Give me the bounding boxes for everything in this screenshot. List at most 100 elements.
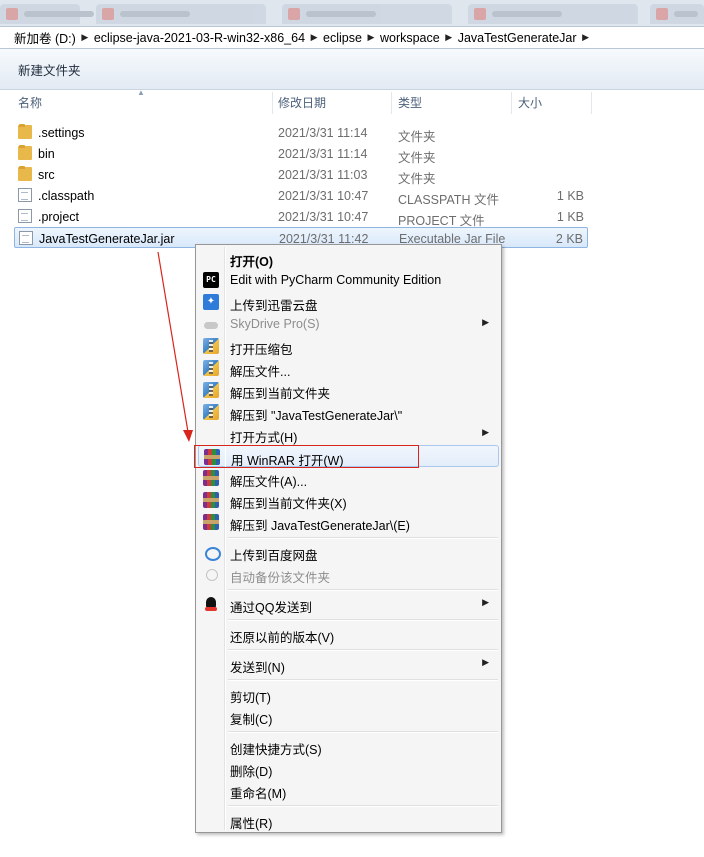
file-date: 2021/3/31 11:03 [278,168,368,182]
menu-item-extract-to-folder[interactable]: 解压到 "JavaTestGenerateJar\" [198,401,499,423]
breadcrumb: 新加卷 (D:) ▶ eclipse-java-2021-03-R-win32-… [14,28,595,47]
browser-tab[interactable] [0,4,94,24]
breadcrumb-item-eclipse-java[interactable]: eclipse-java-2021-03-R-win32-x86_64 [94,31,305,45]
menu-item-label: 上传到百度网盘 [230,549,318,563]
file-size: 1 KB [556,189,584,203]
menu-item-edit-with-pycharm[interactable]: PC Edit with PyCharm Community Edition [198,269,499,291]
breadcrumb-item-project[interactable]: JavaTestGenerateJar [458,31,577,45]
file-date: 2021/3/31 11:14 [278,147,368,161]
menu-item-upload-baidu[interactable]: 上传到百度网盘 [198,541,499,563]
column-header-date[interactable]: 修改日期 [278,90,388,114]
menu-item-label: 打开方式(H) [230,431,298,445]
chevron-right-icon[interactable]: ▶ [577,32,595,43]
column-header-size[interactable]: 大小 [518,90,588,114]
menu-separator [228,805,498,807]
file-row-classpath[interactable]: .classpath 2021/3/31 10:47 CLASSPATH 文件 … [14,185,588,207]
menu-item-auto-backup[interactable]: 自动备份该文件夹 [198,563,499,585]
menu-item-label: SkyDrive Pro(S) [230,317,320,331]
file-size: 1 KB [556,210,584,224]
file-row-src[interactable]: src 2021/3/31 11:03 文件夹 [14,164,588,186]
browser-tab[interactable] [96,4,266,24]
menu-item-send-via-qq[interactable]: 通过QQ发送到 ▶ [198,593,499,615]
column-divider[interactable] [272,92,273,114]
file-name: JavaTestGenerateJar.jar [39,232,175,246]
winrar-icon [203,470,219,486]
menu-item-label: 删除(D) [230,765,273,779]
submenu-arrow-icon: ▶ [482,317,489,327]
folder-icon [18,166,32,181]
column-divider[interactable] [511,92,512,114]
file-row-bin[interactable]: bin 2021/3/31 11:14 文件夹 [14,143,588,165]
submenu-arrow-icon: ▶ [482,427,489,437]
menu-item-skydrive-pro[interactable]: SkyDrive Pro(S) ▶ [198,313,499,335]
menu-item-label: 解压到 JavaTestGenerateJar\(E) [230,519,410,533]
menu-item-label: 打开压缩包 [230,343,293,357]
file-name: .classpath [38,189,95,203]
menu-item-label: 通过QQ发送到 [230,601,312,615]
column-header-name[interactable]: 名称 [18,90,268,114]
file-row-settings[interactable]: .settings 2021/3/31 11:14 文件夹 [14,122,588,144]
address-bar[interactable]: 新加卷 (D:) ▶ eclipse-java-2021-03-R-win32-… [0,26,704,49]
menu-item-label: 重命名(M) [230,787,287,801]
menu-item-winrar-extract-here[interactable]: 解压到当前文件夹(X) [198,489,499,511]
menu-item-label: 剪切(T) [230,691,271,705]
menu-item-label: 自动备份该文件夹 [230,571,331,585]
menu-separator [228,589,498,591]
browser-tab[interactable] [468,4,638,24]
zip-icon [203,338,219,354]
file-row-project[interactable]: .project 2021/3/31 10:47 PROJECT 文件 1 KB [14,206,588,228]
column-divider[interactable] [391,92,392,114]
file-name: .project [38,210,79,224]
menu-item-label: 解压到当前文件夹 [230,387,331,401]
menu-item-extract-here[interactable]: 解压到当前文件夹 [198,379,499,401]
menu-item-delete[interactable]: 删除(D) [198,757,499,779]
menu-item-open-with[interactable]: 打开方式(H) ▶ [198,423,499,445]
browser-tab[interactable] [282,4,452,24]
file-name: .settings [38,126,85,140]
column-header-type[interactable]: 类型 [398,90,508,114]
chevron-right-icon[interactable]: ▶ [440,32,458,43]
baidu-netdisk-icon [203,544,221,561]
cloud-icon [203,316,219,332]
zip-icon [203,360,219,376]
menu-item-winrar-extract-to-folder[interactable]: 解压到 JavaTestGenerateJar\(E) [198,511,499,533]
menu-item-open-archive[interactable]: 打开压缩包 [198,335,499,357]
menu-item-winrar-extract-files[interactable]: 解压文件(A)... [198,467,499,489]
browser-tab[interactable] [650,4,704,24]
menu-item-copy[interactable]: 复制(C) [198,705,499,727]
menu-item-upload-xunlei[interactable]: ✦ 上传到迅雷云盘 [198,291,499,313]
backup-icon [203,566,219,582]
qq-icon [203,596,219,612]
menu-item-properties[interactable]: 属性(R) [198,809,499,831]
file-date: 2021/3/31 11:14 [278,126,368,140]
menu-item-extract-files[interactable]: 解压文件... [198,357,499,379]
menu-separator [228,537,498,539]
menu-separator [228,619,498,621]
menu-item-send-to[interactable]: 发送到(N) ▶ [198,653,499,675]
menu-item-rename[interactable]: 重命名(M) [198,779,499,801]
menu-item-create-shortcut[interactable]: 创建快捷方式(S) [198,735,499,757]
breadcrumb-item-workspace[interactable]: workspace [380,31,440,45]
breadcrumb-item-eclipse[interactable]: eclipse [323,31,362,45]
winrar-icon [203,492,219,508]
folder-icon [18,124,32,139]
chevron-right-icon[interactable]: ▶ [305,32,323,43]
menu-item-label: 解压到 "JavaTestGenerateJar\" [230,409,403,423]
file-size: 2 KB [555,232,583,246]
menu-item-label: 解压文件... [230,365,291,379]
menu-item-cut[interactable]: 剪切(T) [198,683,499,705]
menu-item-open[interactable]: 打开(O) [198,247,499,269]
column-divider[interactable] [591,92,592,114]
breadcrumb-item-drive[interactable]: 新加卷 (D:) [14,28,76,47]
menu-item-label: Edit with PyCharm Community Edition [230,273,442,287]
chevron-right-icon[interactable]: ▶ [362,32,380,43]
submenu-arrow-icon: ▶ [482,597,489,607]
column-header-label: 大小 [518,95,543,110]
chevron-right-icon[interactable]: ▶ [76,32,94,43]
menu-item-restore-previous-versions[interactable]: 还原以前的版本(V) [198,623,499,645]
menu-separator [228,649,498,651]
file-icon [18,209,32,223]
new-folder-button[interactable]: 新建文件夹 [18,60,81,79]
menu-separator [228,731,498,733]
pycharm-icon: PC [203,272,219,288]
